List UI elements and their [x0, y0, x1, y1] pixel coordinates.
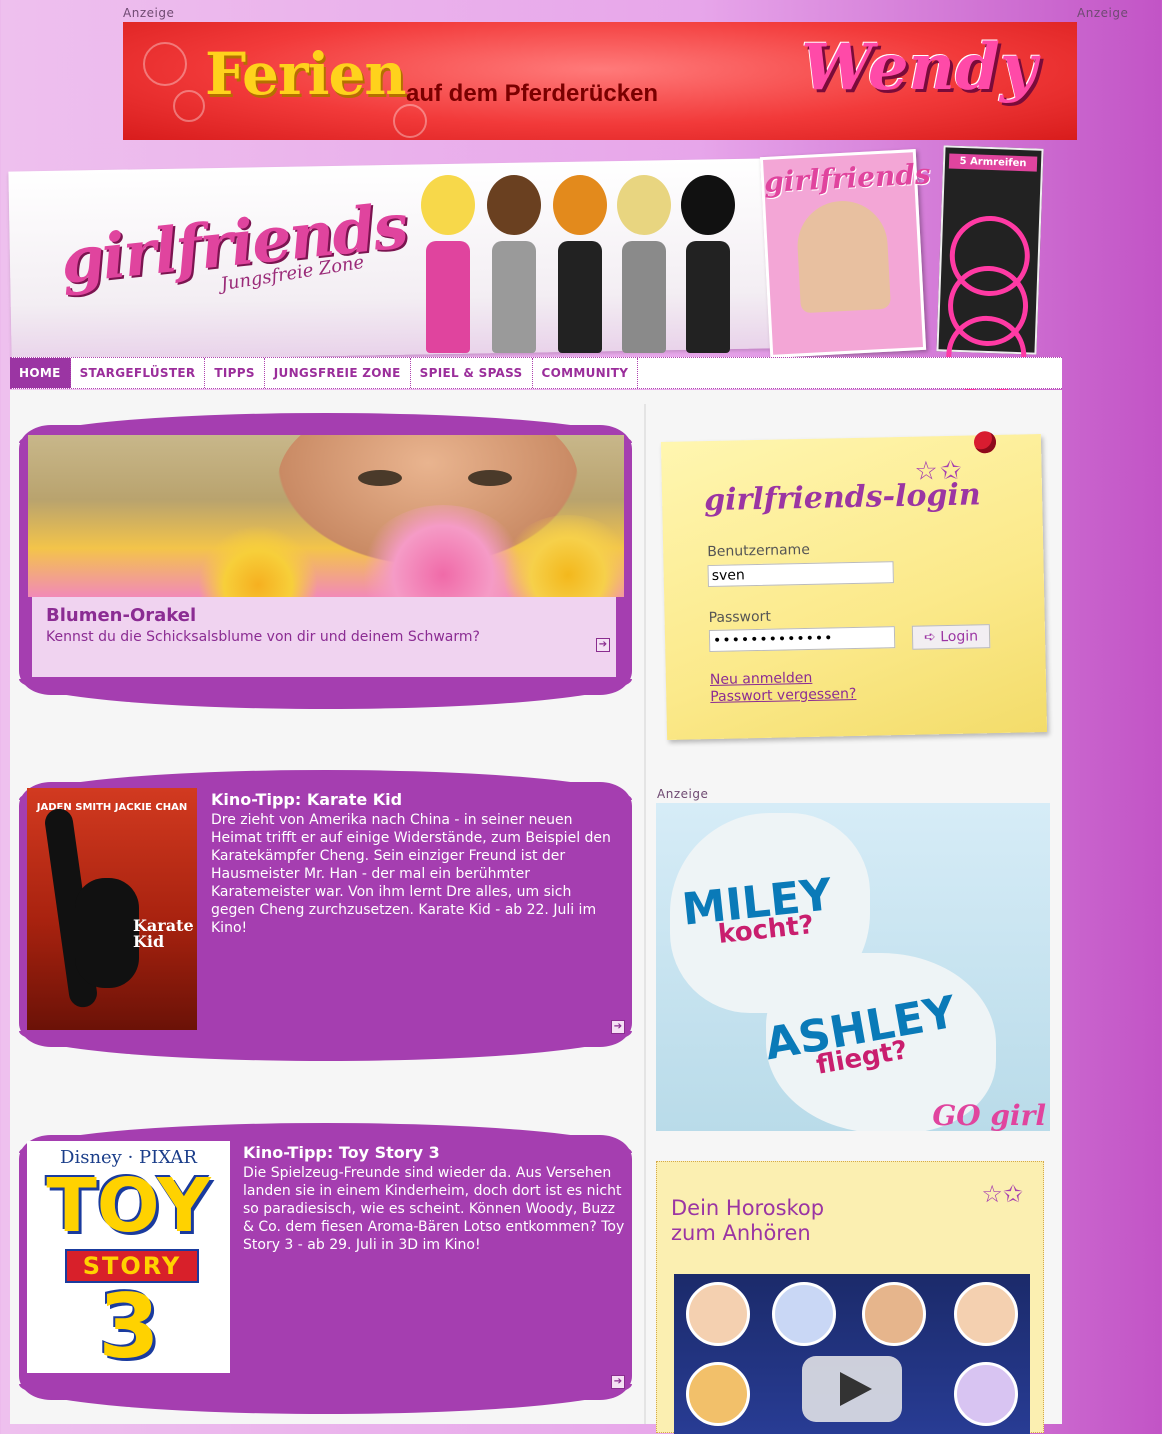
- play-icon[interactable]: [802, 1356, 902, 1422]
- teaser-blumen-orakel[interactable]: Blumen-Orakel Kennst du die Schicksalsbl…: [19, 413, 632, 709]
- password-input[interactable]: [708, 626, 896, 653]
- register-link[interactable]: Neu anmelden: [710, 670, 813, 688]
- nav-item-tipps[interactable]: TIPPS: [205, 358, 265, 388]
- arrow-right-icon[interactable]: ➔: [611, 1020, 625, 1034]
- ad-headline: Ferien: [205, 40, 407, 108]
- teaser-toy-story-3[interactable]: Disney · PIXAR TOY STORY 3 Kino-Tipp: To…: [19, 1123, 632, 1414]
- teaser-karate-kid[interactable]: JADEN SMITH JACKIE CHAN Karate Kid Kino-…: [19, 770, 632, 1061]
- login-box: ☆✩ girlfriends-login Benutzername Passwo…: [660, 430, 1048, 740]
- ad-label-top-left: Anzeige: [123, 6, 175, 20]
- login-title: girlfriends-login: [703, 477, 981, 519]
- character-illustration: [550, 175, 610, 355]
- forgot-password-link[interactable]: Passwort vergessen?: [710, 686, 856, 705]
- magazine-cover-photo: [795, 198, 891, 314]
- magazine-title: girlfriends: [763, 157, 932, 200]
- character-illustration: [484, 175, 544, 355]
- magazine-extra-label: 5 Armreifen: [948, 153, 1038, 172]
- ad-subline: auf dem Pferderücken: [406, 80, 659, 107]
- nav-item-spiel-spass[interactable]: SPIEL & SPASS: [411, 358, 533, 388]
- teaser-text: Dre zieht von Amerika nach China - in se…: [211, 812, 611, 936]
- teaser-text: Kennst du die Schicksalsblume von dir un…: [46, 629, 480, 645]
- nav-item-home[interactable]: HOME: [10, 358, 71, 388]
- bubble-decoration: [143, 42, 187, 86]
- magazine-extra-cover[interactable]: 5 Armreifen: [936, 145, 1044, 398]
- ad-label-sidebar: Anzeige: [657, 787, 709, 801]
- teaser-text: Die Spielzeug-Freunde sind wieder da. Au…: [243, 1165, 625, 1253]
- top-banner-ad[interactable]: Ferien auf dem Pferderücken Wendy: [123, 22, 1077, 140]
- stars-icon: ☆✩: [981, 1180, 1023, 1208]
- column-divider: [644, 404, 646, 1424]
- arrow-right-icon[interactable]: ➔: [596, 638, 610, 652]
- magazine-cover[interactable]: girlfriends: [759, 149, 932, 358]
- ad-brand-logo: GO girl: [932, 1099, 1046, 1131]
- character-illustration: [614, 175, 674, 355]
- login-button[interactable]: ➪ Login: [911, 624, 991, 650]
- nav-item-jungsfreie-zone[interactable]: JUNGSFREIE ZONE: [265, 358, 411, 388]
- pin-icon: [973, 430, 997, 454]
- toy-story-poster[interactable]: Disney · PIXAR TOY STORY 3: [27, 1141, 230, 1373]
- ad-label-top-right: Anzeige: [1077, 6, 1129, 20]
- teaser-title[interactable]: Kino-Tipp: Karate Kid: [211, 790, 611, 809]
- poster-title-toy: TOY: [46, 1163, 211, 1249]
- character-illustration: [678, 175, 738, 355]
- character-illustration: [418, 175, 478, 355]
- teaser-title[interactable]: Blumen-Orakel: [46, 605, 616, 626]
- ad-brand-logo: Wendy: [801, 30, 1037, 105]
- teaser-title[interactable]: Kino-Tipp: Toy Story 3: [243, 1143, 627, 1162]
- password-label: Passwort: [708, 608, 772, 627]
- horoscope-video[interactable]: [674, 1274, 1030, 1434]
- horoscope-box: ☆✩ Dein Horoskop zum Anhören: [656, 1161, 1044, 1434]
- horoscope-title[interactable]: Dein Horoskop zum Anhören: [671, 1196, 871, 1246]
- site-header: girlfriends Jungsfreie Zone girlfriends …: [8, 145, 1062, 398]
- username-label: Benutzername: [707, 541, 811, 561]
- arrow-right-icon[interactable]: ➔: [611, 1375, 625, 1389]
- bubble-decoration: [173, 90, 205, 122]
- username-input[interactable]: [707, 561, 894, 588]
- go-girl-ad[interactable]: MILEY kocht? ASHLEY fliegt? GO girl: [656, 803, 1050, 1131]
- karate-kid-poster[interactable]: JADEN SMITH JACKIE CHAN Karate Kid: [27, 788, 197, 1030]
- nav-item-community[interactable]: COMMUNITY: [533, 358, 639, 388]
- poster-title: Karate Kid: [133, 916, 194, 951]
- teaser-caption: Blumen-Orakel Kennst du die Schicksalsbl…: [32, 597, 616, 677]
- nav-item-stargefluester[interactable]: STARGEFLÜSTER: [71, 358, 206, 388]
- teaser-photo[interactable]: [28, 435, 624, 597]
- main-navigation: HOME STARGEFLÜSTER TIPPS JUNGSFREIE ZONE…: [10, 357, 1062, 389]
- bubble-decoration: [393, 104, 427, 138]
- poster-title-number: 3: [98, 1275, 160, 1378]
